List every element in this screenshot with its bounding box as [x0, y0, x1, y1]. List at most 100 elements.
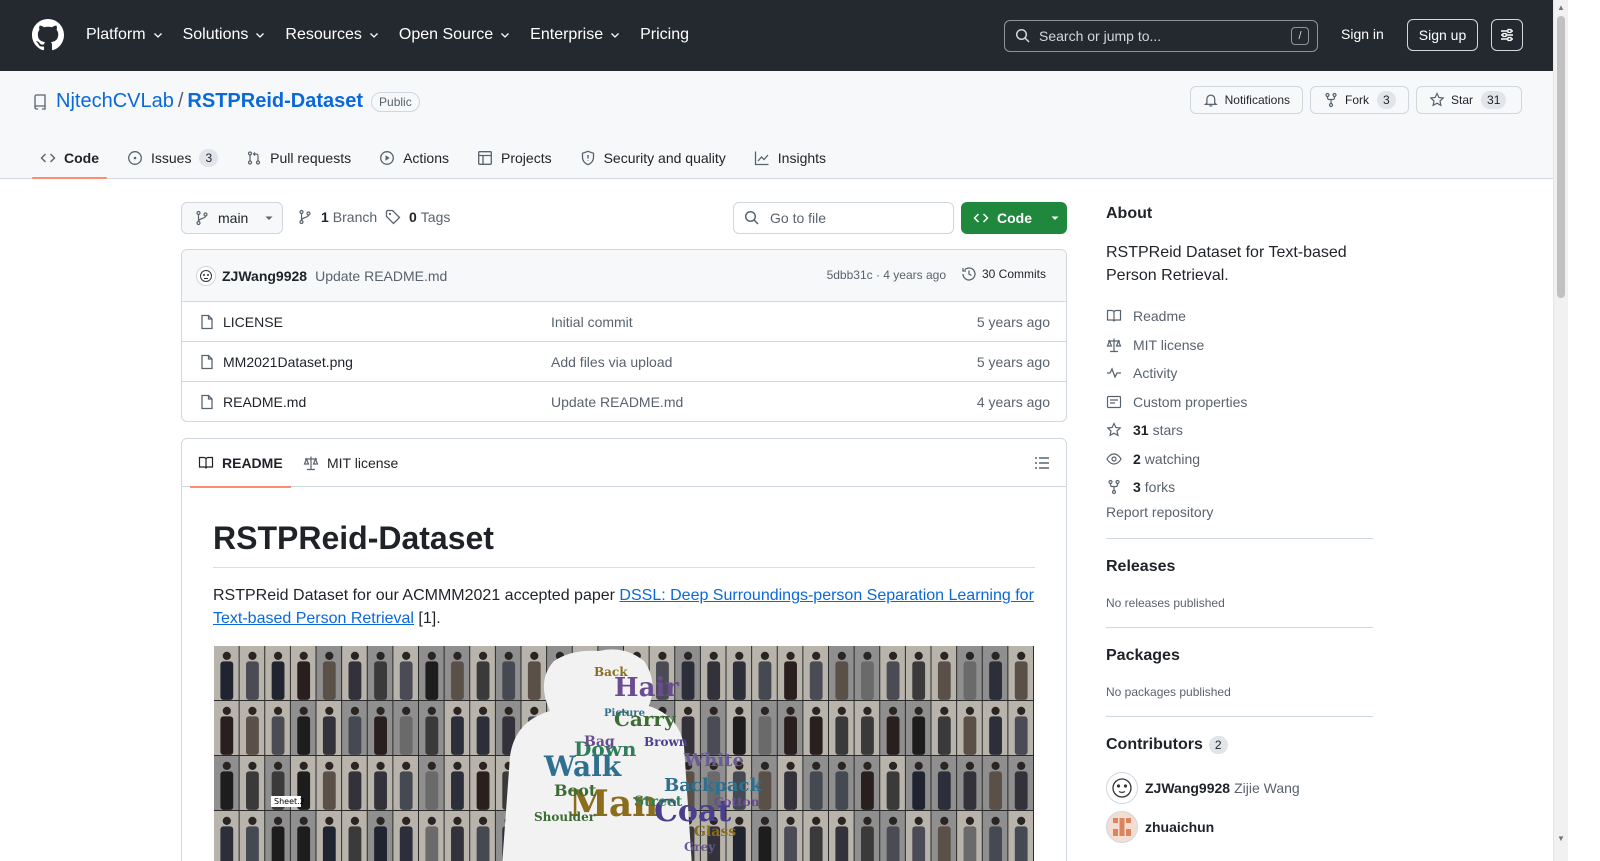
contributor-item[interactable]: ZJWang9928 Zijie Wang: [1106, 772, 1300, 804]
person-tile: [752, 811, 777, 861]
commits-history-link[interactable]: 30 Commits: [961, 266, 1046, 282]
dataset-collage: HairCarryWalkManCoatDown WhiteBagBoot Back…: [214, 646, 1033, 861]
git-branch-icon: [196, 210, 208, 226]
commit-hash-age[interactable]: 5dbb31c · 4 years ago: [827, 268, 946, 282]
page-scrollbar[interactable]: ▲ ▼: [1553, 0, 1568, 861]
forks-link[interactable]: 3 forks: [1106, 473, 1247, 502]
person-tile: [982, 701, 1008, 755]
nav-pricing[interactable]: Pricing: [640, 24, 689, 46]
person-tile: [880, 811, 905, 861]
tab-security[interactable]: Security and quality: [572, 139, 734, 177]
report-repository-link[interactable]: Report repository: [1106, 504, 1213, 520]
nav-platform[interactable]: Platform: [86, 24, 164, 46]
code-download-button[interactable]: Code: [961, 202, 1067, 234]
file-commit-message-link[interactable]: Update README.md: [551, 394, 683, 410]
branch-selector[interactable]: main: [181, 202, 283, 234]
list-unordered-icon[interactable]: [1034, 455, 1050, 471]
commit-author-link[interactable]: ZJWang9928: [222, 268, 307, 284]
fork-button[interactable]: Fork 3: [1310, 86, 1409, 114]
file-name-link[interactable]: README.md: [223, 394, 306, 410]
star-button[interactable]: Star 31: [1416, 86, 1522, 114]
github-logo-icon[interactable]: [32, 19, 64, 51]
chevron-down-icon: [501, 33, 510, 38]
contributor-item[interactable]: zhuaichun: [1106, 811, 1214, 843]
person-tile: [342, 756, 367, 810]
stars-link[interactable]: 31 stars: [1106, 416, 1247, 445]
sign-up-button[interactable]: Sign up: [1407, 19, 1478, 51]
person-tile: [957, 756, 982, 810]
tab-issues[interactable]: Issues 3: [119, 139, 226, 177]
file-name-link[interactable]: MM2021Dataset.png: [223, 354, 353, 370]
pulse-icon: [1107, 367, 1121, 379]
nav-platform-label: Platform: [86, 26, 146, 43]
releases-heading[interactable]: Releases: [1106, 558, 1175, 576]
repo-forked-icon: [1325, 92, 1337, 108]
person-tile: [367, 646, 393, 700]
tags-link[interactable]: 0 Tags: [385, 209, 450, 225]
repo-description: RSTPReid Dataset for Text-based Person R…: [1106, 244, 1347, 284]
person-tile: [880, 756, 905, 810]
file-name-link[interactable]: LICENSE: [223, 314, 283, 330]
file-icon: [201, 314, 213, 330]
star-count: 31: [1481, 91, 1507, 109]
commit-message-link[interactable]: Update README.md: [315, 268, 447, 284]
nav-solutions[interactable]: Solutions: [183, 24, 267, 46]
person-tile: [495, 646, 521, 700]
nav-open-source[interactable]: Open Source: [399, 24, 511, 46]
scroll-down-arrow-icon[interactable]: ▼: [1557, 834, 1565, 843]
play-icon: [380, 151, 395, 165]
scrollbar-thumb[interactable]: [1557, 16, 1565, 298]
word-cloud-word: Backpack: [664, 775, 763, 796]
person-tile: [444, 811, 470, 861]
caret-down-icon: [1051, 216, 1059, 220]
table-row: MM2021Dataset.png Add files via upload 5…: [182, 342, 1066, 382]
repo-name-link[interactable]: RSTPReid-Dataset: [187, 90, 363, 113]
contributors-heading[interactable]: Contributors 2: [1106, 736, 1228, 754]
scroll-up-arrow-icon[interactable]: ▲: [1557, 3, 1565, 12]
packages-empty: No packages published: [1106, 685, 1231, 699]
tab-pull-requests[interactable]: Pull requests: [238, 139, 359, 177]
person-tile: [367, 756, 393, 810]
tab-code[interactable]: Code: [32, 139, 107, 179]
nav-enterprise[interactable]: Enterprise: [530, 24, 621, 46]
word-cloud-word: Bag: [584, 734, 615, 750]
divider: [1106, 627, 1373, 628]
caret-down-icon: [265, 216, 273, 220]
contributors-title: Contributors: [1106, 736, 1203, 753]
word-cloud-word: Street: [634, 794, 683, 810]
tab-license[interactable]: MIT license: [303, 439, 398, 487]
tab-insights[interactable]: Insights: [746, 139, 834, 177]
forks-count: 3: [1133, 479, 1141, 496]
notifications-button[interactable]: Notifications: [1190, 86, 1303, 114]
site-menu-button[interactable]: [1491, 19, 1523, 51]
word-cloud-word: Cotton: [714, 795, 760, 809]
tag-label: Tags: [420, 209, 451, 225]
repo-icon: [34, 93, 46, 110]
search-input[interactable]: Search or jump to... /: [1004, 20, 1318, 52]
issues-count: 3: [199, 149, 219, 167]
tab-actions[interactable]: Actions: [371, 139, 457, 177]
about-links: Readme MIT license Activity Custom prope…: [1106, 302, 1247, 502]
person-tile: [982, 756, 1008, 810]
custom-properties-link[interactable]: Custom properties: [1106, 388, 1247, 417]
packages-heading[interactable]: Packages: [1106, 647, 1180, 665]
license-link[interactable]: MIT license: [1106, 331, 1247, 360]
tab-readme[interactable]: README: [190, 439, 291, 488]
person-tile: [829, 811, 854, 861]
file-commit-message-link[interactable]: Add files via upload: [551, 354, 672, 370]
person-tile: [854, 811, 880, 861]
branches-link[interactable]: 1 Branch: [297, 209, 377, 225]
repo-owner-link[interactable]: NjtechCVLab: [56, 90, 174, 113]
avatar[interactable]: [196, 265, 216, 286]
tab-projects[interactable]: Projects: [469, 139, 560, 177]
activity-link[interactable]: Activity: [1106, 359, 1247, 388]
watching-count: 2: [1133, 450, 1141, 467]
nav-resources[interactable]: Resources: [285, 24, 379, 46]
watchers-link[interactable]: 2 watching: [1106, 445, 1247, 474]
file-age: 4 years ago: [976, 394, 1050, 410]
sign-in-link[interactable]: Sign in: [1341, 26, 1384, 42]
go-to-file-input[interactable]: Go to file: [733, 202, 954, 234]
readme-panel: README MIT license RSTPReid-Dataset RSTP…: [181, 438, 1067, 861]
file-commit-message-link[interactable]: Initial commit: [551, 314, 633, 330]
readme-link[interactable]: Readme: [1106, 302, 1247, 331]
